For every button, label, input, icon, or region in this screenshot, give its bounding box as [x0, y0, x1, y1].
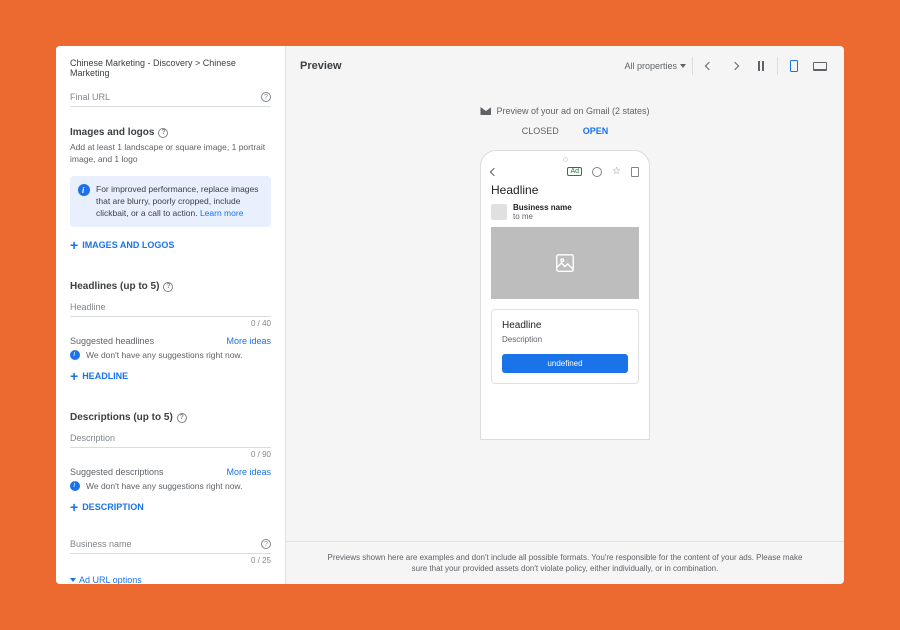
ad-url-options[interactable]: Ad URL options: [70, 575, 271, 584]
preview-footer: Previews shown here are examples and don…: [286, 541, 844, 584]
more-ideas-link[interactable]: More ideas: [226, 336, 271, 346]
star-icon: ☆: [612, 166, 621, 177]
plus-icon: +: [70, 499, 78, 515]
pause-icon: [758, 61, 764, 71]
headline-input[interactable]: Headline: [70, 296, 271, 317]
cta-button[interactable]: undefined: [502, 354, 628, 373]
help-icon[interactable]: ?: [177, 413, 187, 423]
avatar: [491, 204, 507, 220]
phone-notch: [563, 157, 568, 162]
laptop-icon: [813, 62, 827, 71]
help-icon[interactable]: ?: [261, 92, 271, 102]
tab-open[interactable]: OPEN: [583, 126, 609, 138]
app-frame: Chinese Marketing - Discovery > Chinese …: [56, 46, 844, 584]
sugg-headlines-label: Suggested headlines: [70, 336, 154, 346]
description-input[interactable]: Description: [70, 427, 271, 448]
desktop-view-button[interactable]: [810, 56, 830, 76]
next-button[interactable]: [725, 56, 745, 76]
images-title: Images and logos ?: [70, 127, 271, 138]
business-name-input[interactable]: Business name ?: [70, 533, 271, 554]
ad-badge: Ad: [567, 167, 582, 176]
plus-icon: +: [70, 368, 78, 384]
info-icon: [592, 167, 602, 177]
help-icon[interactable]: ?: [261, 539, 271, 549]
preview-body: Preview of your ad on Gmail (2 states) C…: [286, 86, 844, 541]
mobile-view-button[interactable]: [784, 56, 804, 76]
more-ideas-link[interactable]: More ideas: [226, 467, 271, 477]
help-icon[interactable]: ?: [158, 128, 168, 138]
plus-icon: +: [70, 237, 78, 253]
card-headline: Headline: [502, 320, 628, 331]
image-placeholder: [491, 227, 639, 299]
chevron-down-icon: [70, 578, 76, 582]
add-images-button[interactable]: + Images and Logos: [70, 237, 271, 253]
final-url-field[interactable]: Final URL ?: [70, 86, 271, 107]
preview-subtitle: Preview of your ad on Gmail (2 states): [480, 106, 649, 116]
chevron-right-icon: [731, 62, 739, 70]
phone-icon: [790, 60, 798, 72]
state-tabs: CLOSED OPEN: [522, 126, 609, 138]
help-icon[interactable]: ?: [163, 282, 173, 292]
ad-card: Headline Description undefined: [491, 309, 639, 384]
mail-headline: Headline: [491, 183, 639, 197]
business-name: Business name: [513, 203, 572, 212]
no-suggestions: We don't have any suggestions right now.: [70, 350, 271, 360]
chevron-left-icon: [705, 62, 713, 70]
mail-icon: [480, 107, 491, 115]
card-description: Description: [502, 335, 628, 344]
all-properties-dropdown[interactable]: All properties: [624, 61, 686, 71]
business-counter: 0 / 25: [70, 556, 271, 565]
sugg-desc-label: Suggested descriptions: [70, 467, 164, 477]
right-panel: Preview All properties Preview of your a…: [286, 46, 844, 584]
trash-icon: [631, 167, 639, 177]
headlines-title: Headlines (up to 5) ?: [70, 281, 271, 292]
phone-frame: Ad ☆ Headline Business name to me: [480, 150, 650, 440]
prev-button[interactable]: [699, 56, 719, 76]
pause-button[interactable]: [751, 56, 771, 76]
breadcrumb: Chinese Marketing - Discovery > Chinese …: [56, 46, 285, 86]
info-box: For improved performance, replace images…: [70, 176, 271, 228]
descriptions-title: Descriptions (up to 5) ?: [70, 412, 271, 423]
left-panel: Chinese Marketing - Discovery > Chinese …: [56, 46, 286, 584]
preview-header: Preview All properties: [286, 46, 844, 86]
info-icon: [70, 481, 80, 491]
no-suggestions: We don't have any suggestions right now.: [70, 481, 271, 491]
to-me: to me: [513, 212, 572, 221]
add-description-button[interactable]: + Description: [70, 499, 271, 515]
description-counter: 0 / 90: [70, 450, 271, 459]
learn-more-link[interactable]: Learn more: [200, 208, 243, 218]
add-headline-button[interactable]: + Headline: [70, 368, 271, 384]
info-icon: [78, 184, 90, 196]
images-sub: Add at least 1 landscape or square image…: [70, 142, 271, 166]
final-url-label: Final URL: [70, 92, 110, 102]
tab-closed[interactable]: CLOSED: [522, 126, 559, 138]
info-icon: [70, 350, 80, 360]
chevron-down-icon: [680, 64, 686, 68]
back-arrow-icon: [490, 167, 498, 175]
headline-counter: 0 / 40: [70, 319, 271, 328]
preview-title: Preview: [300, 60, 342, 72]
